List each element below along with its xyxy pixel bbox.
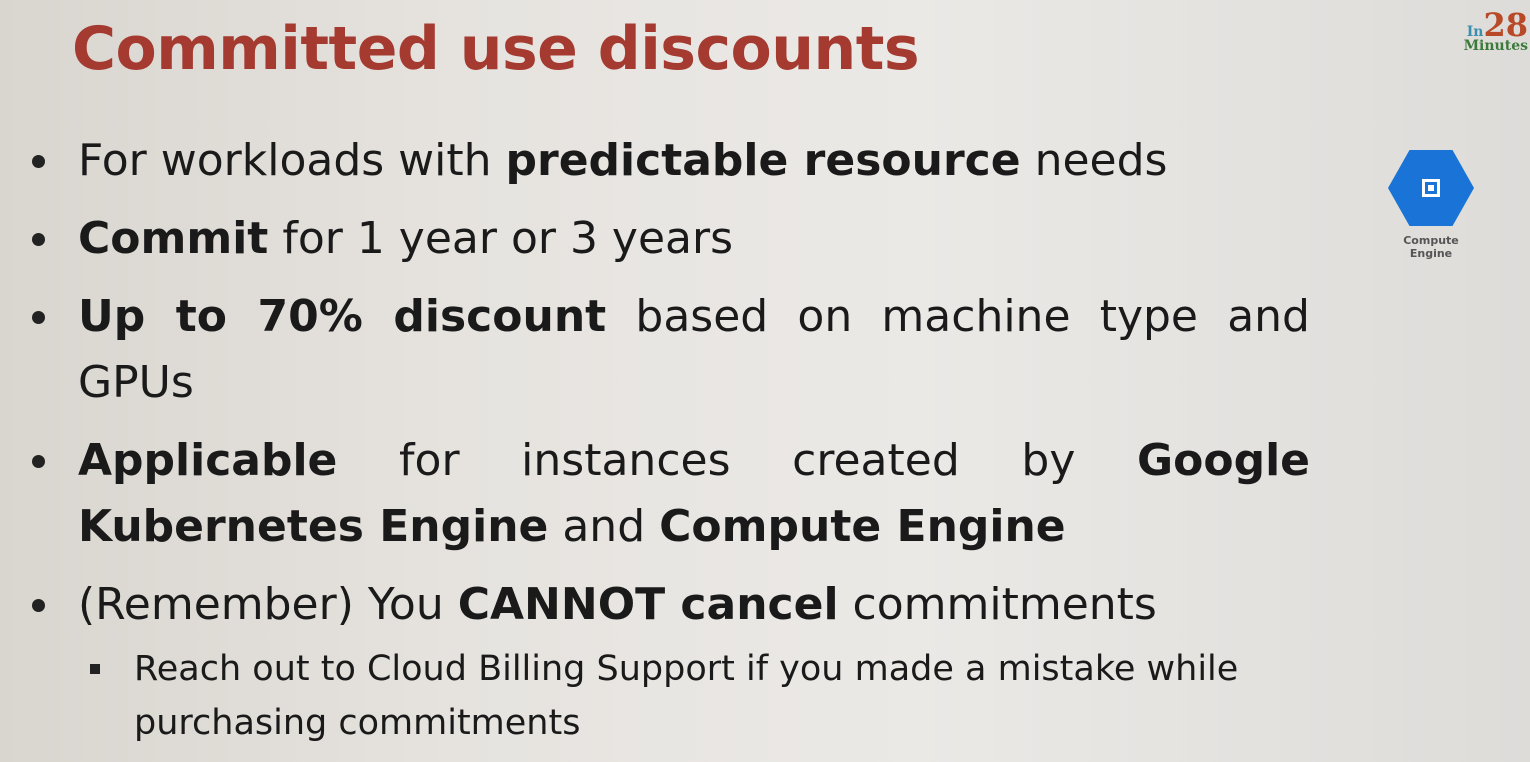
compute-engine-badge: Compute Engine xyxy=(1386,150,1476,260)
bold-text: Commit xyxy=(78,213,269,264)
label-line-2: Engine xyxy=(1409,247,1453,260)
text: needs xyxy=(1020,135,1168,186)
bold-text: Up to 70% discount xyxy=(78,291,607,342)
chip-icon xyxy=(1422,179,1440,197)
bold-text: CANNOT cancel xyxy=(457,579,839,630)
bold-text: predictable resource xyxy=(505,135,1021,186)
slide-title: Committed use discounts xyxy=(72,14,920,84)
bullet-applicable: Applicable for instances created by Goog… xyxy=(30,428,1310,560)
bullet-discount: Up to 70% discount based on machine type… xyxy=(30,284,1310,416)
text: and xyxy=(548,501,660,552)
bullet-commit: Commit for 1 year or 3 years xyxy=(30,206,1310,272)
text: (Remember) You xyxy=(78,579,458,630)
text: For workloads with xyxy=(78,135,506,186)
compute-engine-label: Compute Engine xyxy=(1386,234,1476,260)
text: for instances created by xyxy=(337,435,1137,486)
bullet-list: For workloads with predictable resource … xyxy=(30,128,1310,750)
logo-suffix: Minutes xyxy=(1463,38,1528,54)
text: for 1 year or 3 years xyxy=(268,213,734,264)
bold-text: Applicable xyxy=(78,435,338,486)
label-line-1: Compute xyxy=(1403,234,1459,247)
text: commitments xyxy=(838,579,1157,630)
compute-engine-icon xyxy=(1388,150,1474,226)
in28minutes-logo: In28 Minutes xyxy=(1464,6,1528,54)
bold-text: Compute Engine xyxy=(659,501,1066,552)
bullet-cannot-cancel: (Remember) You CANNOT cancel commitments xyxy=(30,572,1310,638)
sub-bullet-billing-support: Reach out to Cloud Billing Support if yo… xyxy=(30,642,1310,750)
bullet-predictable: For workloads with predictable resource … xyxy=(30,128,1310,194)
